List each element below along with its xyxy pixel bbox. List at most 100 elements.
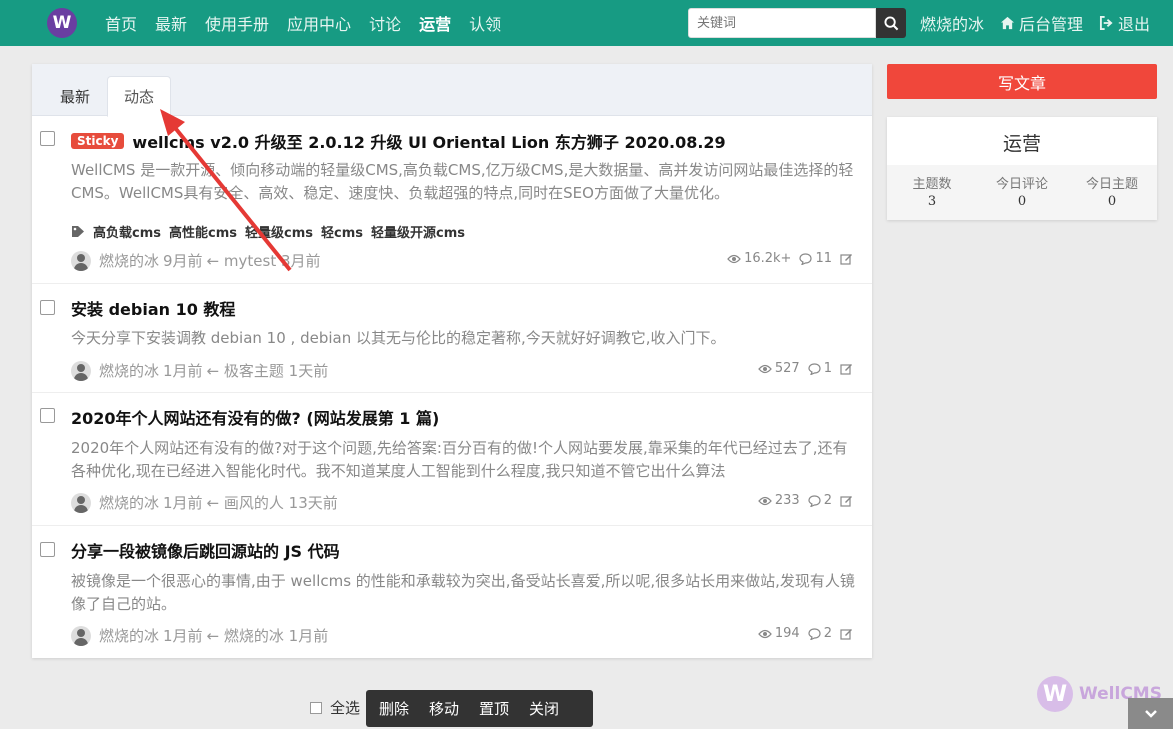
eye-icon: [727, 254, 741, 263]
reply-count: 2: [808, 493, 832, 508]
reply-count-text: 1: [823, 361, 832, 376]
logout-label: 退出: [1118, 15, 1151, 34]
edit-icon[interactable]: [840, 628, 856, 640]
last-reply: ← 极客主题 1天前: [206, 362, 329, 380]
nav-links: 首页 最新 使用手册 应用中心 讨论 运营 认领: [96, 0, 510, 46]
select-all-label: 全选: [330, 699, 361, 717]
reply-count: 11: [799, 251, 832, 266]
thread-brief: WellCMS 是一款开源、倾向移动端的轻量级CMS,高负载CMS,亿万级CMS…: [71, 161, 854, 202]
thread-item[interactable]: Sticky wellcms v2.0 升级至 2.0.12 升级 UI Ori…: [32, 116, 872, 284]
thread-checkbox[interactable]: [40, 131, 55, 146]
delete-button[interactable]: 删除: [371, 698, 417, 719]
edit-icon[interactable]: [840, 363, 856, 375]
stat-today-threads: 今日主题 0: [1067, 165, 1157, 220]
view-count: 233: [758, 493, 800, 508]
tag-link[interactable]: 轻量级cms: [245, 222, 313, 241]
reply-count-text: 2: [823, 626, 832, 641]
write-article-button[interactable]: 写文章: [887, 64, 1157, 99]
post-time: 1月前: [163, 362, 203, 380]
thread-title[interactable]: Sticky wellcms v2.0 升级至 2.0.12 升级 UI Ori…: [71, 129, 726, 153]
thread-meta: 燃烧的冰 1月前 ← 画风的人 13天前: [71, 492, 342, 513]
thread-title-text[interactable]: 安装 debian 10 教程: [71, 296, 235, 320]
nav-link-latest[interactable]: 最新: [146, 11, 196, 35]
author-name[interactable]: 燃烧的冰: [99, 360, 159, 381]
view-count-text: 527: [774, 361, 800, 376]
thread-title[interactable]: 安装 debian 10 教程: [71, 296, 235, 320]
thread-item[interactable]: 2020年个人网站还有没有的做? (网站发展第 1 篇) 2020年个人网站还有…: [32, 393, 872, 526]
eye-icon: [758, 629, 772, 638]
nav-link-claim[interactable]: 认领: [460, 11, 510, 35]
author-name[interactable]: 燃烧的冰: [99, 625, 159, 646]
select-all-checkbox[interactable]: [310, 701, 322, 714]
tag-link[interactable]: 轻cms: [321, 222, 363, 241]
move-button[interactable]: 移动: [421, 698, 467, 719]
stat-label: 主题数: [912, 177, 952, 192]
tab-latest[interactable]: 最新: [44, 76, 106, 116]
post-time: 1月前: [163, 494, 203, 512]
stat-label: 今日评论: [995, 177, 1048, 192]
avatar[interactable]: [71, 360, 91, 381]
thread-meta: 燃烧的冰 1月前 ← 燃烧的冰 1月前: [71, 625, 332, 646]
admin-link[interactable]: 后台管理: [1000, 11, 1083, 35]
last-reply: ← 燃烧的冰 1月前: [206, 627, 329, 645]
nav-link-discuss[interactable]: 讨论: [360, 11, 410, 35]
thread-item[interactable]: 分享一段被镜像后跳回源站的 JS 代码 被镜像是一个很恶心的事情,由于 well…: [32, 526, 872, 658]
comment-icon: [808, 494, 821, 507]
stat-value: 0: [1107, 194, 1117, 209]
thread-title-text[interactable]: wellcms v2.0 升级至 2.0.12 升级 UI Oriental L…: [132, 129, 725, 153]
post-time: 9月前: [163, 252, 203, 270]
scroll-toggle-button[interactable]: [1128, 698, 1173, 729]
select-all[interactable]: 全选: [310, 697, 360, 718]
user-name-link[interactable]: 燃烧的冰: [920, 11, 984, 35]
nav-link-manual[interactable]: 使用手册: [196, 11, 278, 35]
avatar[interactable]: [71, 625, 91, 646]
comment-icon: [799, 252, 813, 265]
thread-title[interactable]: 2020年个人网站还有没有的做? (网站发展第 1 篇): [71, 405, 439, 429]
reply-count-text: 11: [815, 251, 832, 266]
author-name[interactable]: 燃烧的冰: [99, 250, 159, 271]
view-count: 16.2k+: [727, 251, 791, 266]
edit-icon[interactable]: [840, 253, 856, 265]
tag-link[interactable]: 轻量级开源cms: [371, 222, 465, 241]
search-icon: [883, 15, 898, 30]
last-reply: ← mytest 3月前: [206, 252, 321, 270]
thread-title[interactable]: 分享一段被镜像后跳回源站的 JS 代码: [71, 538, 340, 562]
sign-out-icon: [1099, 16, 1113, 30]
thread-checkbox[interactable]: [40, 300, 55, 315]
thread-title-text[interactable]: 分享一段被镜像后跳回源站的 JS 代码: [71, 538, 340, 562]
thread-stats: 233 2: [750, 493, 856, 508]
edit-icon[interactable]: [840, 495, 856, 507]
thread-checkbox[interactable]: [40, 542, 55, 557]
tag-link[interactable]: 高性能cms: [169, 222, 237, 241]
view-count-text: 233: [774, 493, 800, 508]
nav-link-home[interactable]: 首页: [96, 11, 146, 35]
stat-today-comments: 今日评论 0: [977, 165, 1067, 220]
nav-link-apps[interactable]: 应用中心: [278, 11, 360, 35]
thread-stats: 527 1: [750, 361, 856, 376]
thread-brief: 今天分享下安装调教 debian 10 , debian 以其无与伦比的稳定著称…: [71, 329, 726, 347]
site-logo[interactable]: W: [47, 8, 77, 38]
tab-bar: 最新 动态: [32, 64, 872, 117]
comment-icon: [808, 362, 821, 375]
avatar[interactable]: [71, 492, 91, 513]
tab-activity[interactable]: 动态: [107, 76, 172, 117]
tag-link[interactable]: 高负载cms: [93, 222, 161, 241]
home-icon: [1000, 16, 1015, 30]
sticky-badge: Sticky: [71, 133, 125, 149]
eye-icon: [758, 496, 772, 505]
author-name[interactable]: 燃烧的冰: [99, 492, 159, 513]
thread-title-text[interactable]: 2020年个人网站还有没有的做? (网站发展第 1 篇): [71, 405, 439, 429]
thread-checkbox[interactable]: [40, 408, 55, 423]
close-button[interactable]: 关闭: [521, 698, 567, 719]
logout-link[interactable]: 退出: [1099, 11, 1150, 35]
pin-button[interactable]: 置顶: [471, 698, 517, 719]
search-button[interactable]: [876, 8, 906, 38]
avatar[interactable]: [71, 250, 91, 271]
view-count: 527: [758, 361, 800, 376]
nav-link-operations[interactable]: 运营: [410, 11, 460, 35]
thread-item[interactable]: 安装 debian 10 教程 今天分享下安装调教 debian 10 , de…: [32, 284, 872, 393]
moderation-toolbar: 删除 移动 置顶 关闭: [366, 690, 593, 727]
thread-brief: 2020年个人网站还有没有的做?对于这个问题,先给答案:百分百有的做!个人网站要…: [71, 439, 848, 480]
search-input[interactable]: [688, 8, 876, 38]
forum-info-card: 运营 主题数 3 今日评论 0 今日主题 0: [887, 117, 1157, 220]
